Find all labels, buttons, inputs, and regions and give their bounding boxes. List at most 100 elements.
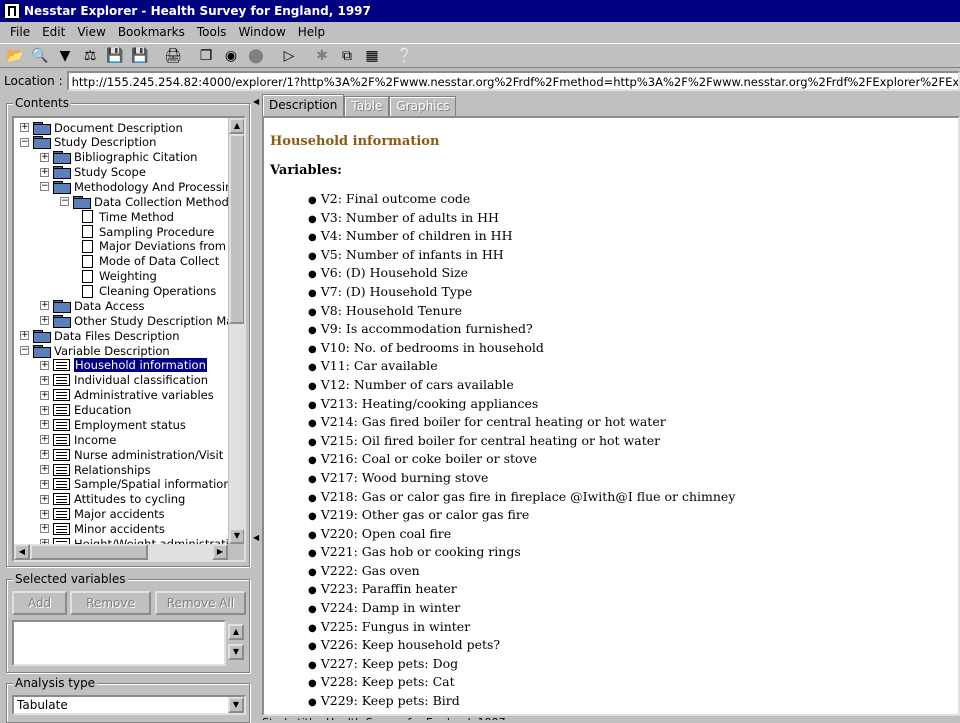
tree-item[interactable]: + Sample/Spatial information [40,477,231,492]
tab-table[interactable]: Table [344,96,390,116]
variable-item[interactable]: V6: (D) Household Size [308,264,735,283]
scroll-right-arrow-icon[interactable]: ▶ [212,544,228,560]
scroll-left-arrow-icon[interactable]: ◀ [14,544,30,560]
variable-item[interactable]: V219: Other gas or calor gas fire [308,506,735,525]
variable-item[interactable]: V223: Paraffin heater [308,580,735,599]
tree-item[interactable]: + Other Study Description Mat [40,313,238,328]
expand-icon[interactable]: + [40,524,49,534]
collapse-left-arrow-icon[interactable]: ◀ [253,98,259,106]
variable-item[interactable]: V8: Household Tenure [308,302,735,321]
variable-item[interactable]: V4: Number of children in HH [308,227,735,246]
search-document-icon[interactable]: 🔍 [29,45,51,67]
expand-icon[interactable]: + [40,494,49,504]
help-pointer-icon[interactable]: ❔ [394,45,416,67]
collapse-icon[interactable]: − [20,137,29,147]
tree-vertical-scrollbar[interactable]: ▲ ▼ [228,118,244,544]
scroll-down-arrow-icon[interactable]: ▼ [229,528,244,544]
variable-item[interactable]: V218: Gas or calor gas fire in fireplace… [308,488,736,507]
scroll-up-arrow-icon[interactable]: ▲ [229,118,244,134]
tree-item[interactable]: + Nurse administration/Visit [40,447,223,462]
selected-variables-list[interactable] [12,620,226,666]
wizard-icon[interactable]: ✱ [311,45,333,67]
location-input[interactable]: http://155.245.254.82:4000/explorer/1?ht… [66,71,960,91]
tree-item[interactable]: + Data Files Description [20,328,180,343]
tree-item[interactable]: − Data Collection Methodo [60,194,236,209]
scroll-thumb[interactable] [229,134,244,324]
collapse-icon[interactable]: − [40,182,49,192]
expand-icon[interactable]: + [40,390,49,400]
menu-edit[interactable]: Edit [36,25,71,39]
tab-graphics[interactable]: Graphics [389,96,457,116]
variable-item[interactable]: V216: Coal or coke boiler or stove [308,450,735,469]
expand-icon[interactable]: + [40,301,49,311]
menu-bookmarks[interactable]: Bookmarks [112,25,191,39]
expand-icon[interactable]: + [40,450,49,460]
contents-tree[interactable]: + Document Description − Study Description +… [12,116,246,562]
variable-item[interactable]: V225: Fungus in winter [308,618,735,637]
expand-icon[interactable]: + [40,420,49,430]
tree-item[interactable]: − Methodology And Processin [40,179,232,194]
app-icon[interactable] [4,3,20,19]
tree-item[interactable]: + Attitudes to cycling [40,492,185,507]
filter-icon[interactable]: ▼ [54,45,76,67]
expand-icon[interactable]: + [40,152,49,162]
variable-item[interactable]: V217: Wood burning stove [308,469,735,488]
tree-item[interactable]: + Income [40,432,116,447]
expand-icon[interactable]: + [40,167,49,177]
variable-item[interactable]: V3: Number of adults in HH [308,209,735,228]
expand-icon[interactable]: + [20,331,29,341]
variable-item[interactable]: V12: Number of cars available [308,376,735,395]
variable-item[interactable]: V11: Car available [308,357,735,376]
expand-icon[interactable]: + [40,479,49,489]
expand-icon[interactable]: + [40,360,49,370]
variable-item[interactable]: V220: Open coal fire [308,525,735,544]
tree-item[interactable]: − Study Description [20,135,156,150]
menu-window[interactable]: Window [232,25,291,39]
stop-icon[interactable]: ⬤ [245,45,267,67]
variable-item[interactable]: V214: Gas fired boiler for central heati… [308,413,735,432]
save-disk-icon[interactable]: 💾 [104,45,126,67]
expand-icon[interactable]: + [40,465,49,474]
expand-icon[interactable]: + [40,375,49,385]
tree-item[interactable]: + Minor accidents [40,521,165,536]
remove-all-button[interactable]: Remove All [155,591,246,615]
save-disabled-icon[interactable]: 💾 [129,45,151,67]
menu-view[interactable]: View [71,25,111,39]
tree-item[interactable]: Time Method [80,209,174,224]
variable-item[interactable]: V226: Keep household pets? [308,636,735,655]
tree-item[interactable]: + Document Description [20,120,183,135]
collapse-right-arrow-icon[interactable]: ◀ [253,534,259,542]
tree-item[interactable]: + Major accidents [40,507,165,522]
expand-icon[interactable]: + [40,509,49,519]
tree-item[interactable]: − Variable Description [20,343,170,358]
expand-icon[interactable]: + [40,405,49,415]
variable-item[interactable]: V2: Final outcome code [308,190,735,209]
tree-item[interactable]: + Household information [40,358,207,373]
variable-item[interactable]: V221: Gas hob or cooking rings [308,543,735,562]
tree-horizontal-scrollbar[interactable]: ◀ ▶ [14,544,228,560]
tree-item[interactable]: Major Deviations from [80,239,226,254]
add-button[interactable]: Add [12,591,67,615]
tree-item[interactable]: Mode of Data Collect [80,254,219,269]
chevron-down-icon[interactable]: ▼ [228,697,244,713]
variable-item[interactable]: V5: Number of infants in HH [308,246,735,265]
tree-item[interactable]: Sampling Procedure [80,224,214,239]
pane-splitter[interactable]: ◀ ◀ [252,94,260,720]
collapse-icon[interactable]: − [60,197,69,207]
analysis-type-select[interactable]: Tabulate ▼ [12,695,246,715]
navigate-icon[interactable]: ▷ [278,45,300,67]
tree-item[interactable]: + Administrative variables [40,388,214,403]
variable-item[interactable]: V213: Heating/cooking appliances [308,395,735,414]
variable-item[interactable]: V224: Damp in winter [308,599,735,618]
variable-item[interactable]: V222: Gas oven [308,562,735,581]
copy-icon[interactable]: ❐ [195,45,217,67]
menu-help[interactable]: Help [292,25,331,39]
expand-icon[interactable]: + [40,316,49,326]
expand-icon[interactable]: + [40,435,49,445]
variable-item[interactable]: V9: Is accommodation furnished? [308,320,735,339]
tree-item[interactable]: + Employment status [40,417,186,432]
tree-item[interactable]: + Data Access [40,298,144,313]
variable-item[interactable]: V229: Keep pets: Bird [308,692,735,711]
tree-item[interactable]: Cleaning Operations [80,284,216,299]
print-icon[interactable]: 🖨 [162,45,184,67]
